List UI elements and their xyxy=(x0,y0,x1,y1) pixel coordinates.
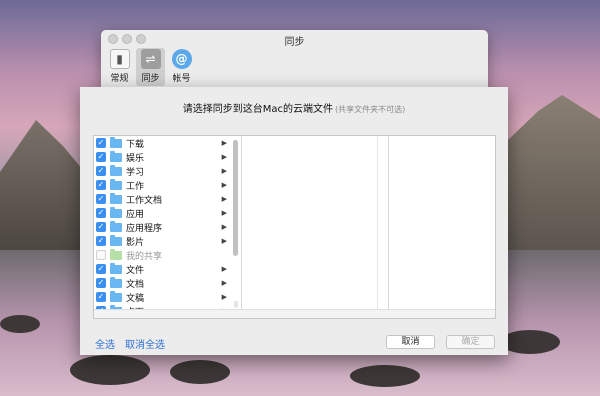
preferences-toolbar: ▮ 常规 ⇌ 同步 @ 帐号 xyxy=(105,48,196,86)
folder-icon xyxy=(110,234,122,246)
folder-checkbox[interactable]: ✓ xyxy=(96,166,106,176)
background-rock xyxy=(350,365,420,387)
disclosure-arrow-icon[interactable]: ▶ xyxy=(222,153,227,161)
disclosure-arrow-icon[interactable]: ▶ xyxy=(222,223,227,231)
folder-icon xyxy=(110,206,122,218)
folder-checkbox[interactable]: ✓ xyxy=(96,138,106,148)
folder-column-3[interactable] xyxy=(389,136,495,310)
disclosure-arrow-icon[interactable]: ▶ xyxy=(222,265,227,273)
tab-account[interactable]: @ 帐号 xyxy=(167,48,196,86)
folder-row[interactable]: ✓ 工作 ▶ xyxy=(94,178,241,192)
folder-row[interactable]: ✓ 影片 ▶ xyxy=(94,234,241,248)
background-rock xyxy=(70,355,150,385)
folder-icon xyxy=(110,178,122,190)
select-all-link[interactable]: 全选 xyxy=(95,336,115,351)
folder-row[interactable]: ✓ 文档 ▶ xyxy=(94,276,241,290)
title-bar: 同步 xyxy=(101,30,488,48)
folder-icon xyxy=(110,276,122,288)
background-mountain-right xyxy=(505,95,600,255)
column-divider xyxy=(377,136,378,310)
folder-list: ✓ 下载 ▶ ✓ 娱乐 ▶ ✓ 学习 ▶ ✓ 工作 ▶ ✓ 工作文档 ▶ ✓ 应用 ▶ ✓ 应用程序 ▶ ✓ 影片 ▶ 我的共享… xyxy=(94,136,241,318)
sheet-title: 请选择同步到这台Mac的云端文件 xyxy=(182,104,333,115)
account-icon: @ xyxy=(171,49,192,69)
disclosure-arrow-icon[interactable]: ▶ xyxy=(222,237,227,245)
disclosure-arrow-icon[interactable]: ▶ xyxy=(222,279,227,287)
horizontal-scrollbar[interactable] xyxy=(94,309,495,318)
tab-general[interactable]: ▮ 常规 xyxy=(105,48,134,86)
preferences-window: 同步 ▮ 常规 ⇌ 同步 @ 帐号 xyxy=(101,30,488,90)
folder-icon xyxy=(110,192,122,204)
sheet-title-line: 请选择同步到这台Mac的云端文件 (共享文件夹不可选) xyxy=(80,100,508,115)
folder-row[interactable]: ✓ 应用程序 ▶ xyxy=(94,220,241,234)
background-mountain-left xyxy=(0,120,90,250)
folder-row[interactable]: 我的共享 xyxy=(94,248,241,262)
folder-browser: ✓ 下载 ▶ ✓ 娱乐 ▶ ✓ 学习 ▶ ✓ 工作 ▶ ✓ 工作文档 ▶ ✓ 应用 ▶ ✓ 应用程序 ▶ ✓ 影片 ▶ 我的共享… xyxy=(93,135,496,319)
folder-row[interactable]: ✓ 下载 ▶ xyxy=(94,136,241,150)
folder-checkbox[interactable]: ✓ xyxy=(96,292,106,302)
folder-row[interactable]: ✓ 文稿 ▶ xyxy=(94,290,241,304)
disclosure-arrow-icon[interactable]: ▶ xyxy=(222,167,227,175)
folder-icon xyxy=(110,136,122,148)
folder-checkbox[interactable]: ✓ xyxy=(96,278,106,288)
folder-row[interactable]: ✓ 工作文档 ▶ xyxy=(94,192,241,206)
folder-row[interactable]: ✓ 文件 ▶ xyxy=(94,262,241,276)
shared-folder-icon xyxy=(110,248,122,260)
background-rock xyxy=(500,330,560,354)
sync-icon: ⇌ xyxy=(140,49,161,69)
folder-label: 我的共享 xyxy=(126,251,163,262)
tab-general-label: 常规 xyxy=(110,74,129,84)
background-rock xyxy=(170,360,230,384)
folder-row[interactable]: ✓ 学习 ▶ xyxy=(94,164,241,178)
cancel-button[interactable]: 取消 xyxy=(386,335,435,349)
disclosure-arrow-icon[interactable]: ▶ xyxy=(222,209,227,217)
folder-icon xyxy=(110,220,122,232)
folder-checkbox[interactable]: ✓ xyxy=(96,180,106,190)
folder-row[interactable]: ✓ 娱乐 ▶ xyxy=(94,150,241,164)
folder-row[interactable]: ✓ 应用 ▶ xyxy=(94,206,241,220)
deselect-all-link[interactable]: 取消全选 xyxy=(125,336,165,351)
folder-icon xyxy=(110,290,122,302)
tab-sync[interactable]: ⇌ 同步 xyxy=(136,48,165,86)
disclosure-arrow-icon[interactable]: ▶ xyxy=(222,195,227,203)
sheet-footer: 全选 取消全选 取消 确定 xyxy=(95,335,496,351)
folder-checkbox[interactable]: ✓ xyxy=(96,222,106,232)
folder-checkbox[interactable]: ✓ xyxy=(96,208,106,218)
folder-checkbox[interactable]: ✓ xyxy=(96,236,106,246)
folder-column-1[interactable]: ✓ 下载 ▶ ✓ 娱乐 ▶ ✓ 学习 ▶ ✓ 工作 ▶ ✓ 工作文档 ▶ ✓ 应用 ▶ ✓ 应用程序 ▶ ✓ 影片 ▶ 我的共享… xyxy=(94,136,242,318)
folder-icon xyxy=(110,164,122,176)
window-title: 同步 xyxy=(284,37,305,48)
disclosure-arrow-icon[interactable]: ▶ xyxy=(222,293,227,301)
tab-account-label: 帐号 xyxy=(172,74,191,84)
vertical-scrollbar[interactable] xyxy=(233,140,238,256)
column-resize-handle[interactable]: || xyxy=(234,301,238,308)
disclosure-arrow-icon[interactable]: ▶ xyxy=(222,139,227,147)
confirm-button[interactable]: 确定 xyxy=(446,335,495,349)
sheet-hint: (共享文件夹不可选) xyxy=(335,105,406,114)
folder-checkbox xyxy=(96,250,106,260)
tab-sync-label: 同步 xyxy=(141,74,160,84)
folder-checkbox[interactable]: ✓ xyxy=(96,264,106,274)
background-rock xyxy=(0,315,40,333)
folder-checkbox[interactable]: ✓ xyxy=(96,152,106,162)
sync-folder-sheet: 请选择同步到这台Mac的云端文件 (共享文件夹不可选) ✓ 下载 ▶ ✓ 娱乐 ▶ ✓ 学习 ▶ ✓… xyxy=(80,87,508,355)
folder-checkbox[interactable]: ✓ xyxy=(96,194,106,204)
folder-icon xyxy=(110,262,122,274)
folder-column-2[interactable] xyxy=(242,136,389,310)
disclosure-arrow-icon[interactable]: ▶ xyxy=(222,181,227,189)
general-icon: ▮ xyxy=(109,49,130,69)
folder-icon xyxy=(110,150,122,162)
